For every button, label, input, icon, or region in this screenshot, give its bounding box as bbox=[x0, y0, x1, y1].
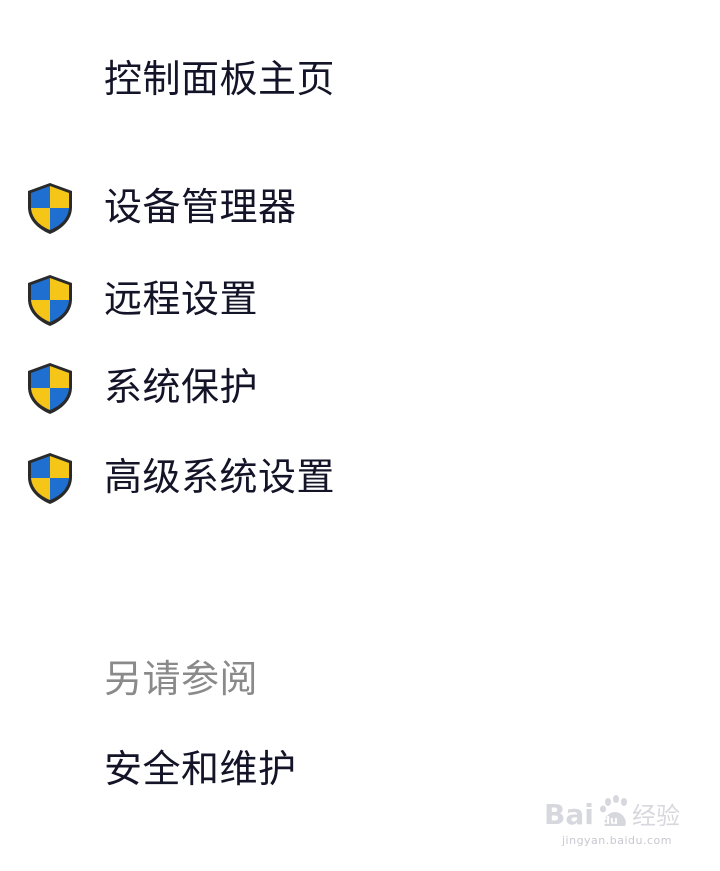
uac-shield-icon bbox=[28, 275, 72, 326]
task-label: 系统保护 bbox=[104, 365, 259, 409]
uac-shield-icon bbox=[28, 453, 72, 504]
security-and-maintenance-link[interactable]: 安全和维护 bbox=[104, 746, 297, 792]
uac-shield-icon bbox=[28, 183, 72, 234]
baidu-jingyan-watermark: Bai du 经验 jingyan.baidu.com bbox=[542, 792, 692, 852]
control-panel-home-link[interactable]: 控制面板主页 bbox=[104, 56, 335, 102]
task-label: 设备管理器 bbox=[104, 185, 297, 229]
task-remote-settings[interactable]: 远程设置 bbox=[22, 272, 442, 328]
svg-text:Bai: Bai bbox=[544, 798, 594, 831]
watermark-url: jingyan.baidu.com bbox=[561, 834, 672, 847]
task-device-manager[interactable]: 设备管理器 bbox=[22, 180, 442, 236]
see-also-heading: 另请参阅 bbox=[104, 657, 259, 701]
uac-shield-icon bbox=[28, 363, 72, 414]
task-system-protection[interactable]: 系统保护 bbox=[22, 360, 442, 416]
baidu-paw-logo-icon: Bai du 经验 bbox=[544, 795, 680, 831]
task-label: 远程设置 bbox=[104, 277, 259, 321]
svg-text:经验: 经验 bbox=[632, 802, 680, 830]
task-advanced-system-settings[interactable]: 高级系统设置 bbox=[22, 450, 442, 506]
task-label: 高级系统设置 bbox=[104, 455, 336, 499]
svg-text:du: du bbox=[602, 814, 618, 827]
